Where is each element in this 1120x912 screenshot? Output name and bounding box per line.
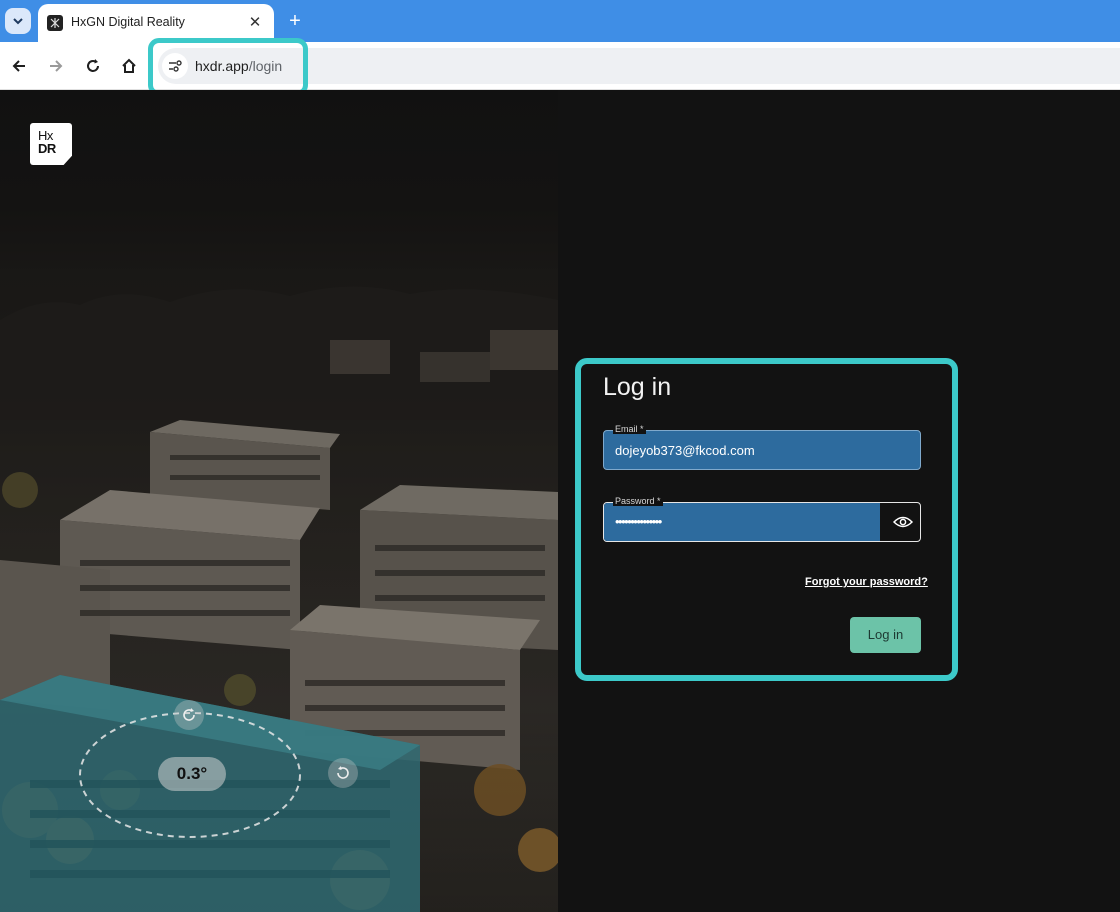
favicon-icon (47, 15, 63, 31)
tab-title: HxGN Digital Reality (71, 15, 185, 29)
password-label: Password * (613, 496, 663, 506)
address-bar[interactable]: hxdr.app/login (158, 48, 1120, 84)
plus-icon[interactable]: + (283, 8, 307, 34)
tab-strip: HxGN Digital Reality ✕ + (0, 0, 1120, 42)
hero-city-image: 0.3° Hx DR (0, 90, 558, 912)
rotation-readout: 0.3° (158, 757, 226, 791)
browser-tab[interactable]: HxGN Digital Reality ✕ (38, 4, 274, 42)
browser-toolbar: hxdr.app/login (0, 42, 1120, 90)
site-info-icon[interactable] (162, 53, 188, 79)
url-text: hxdr.app/login (195, 58, 283, 74)
logo-text-bottom: DR (38, 141, 56, 156)
password-value: ••••••••••••••• (615, 514, 662, 529)
close-icon[interactable]: ✕ (244, 11, 266, 33)
back-arrow-icon[interactable] (5, 52, 33, 80)
forward-arrow-icon[interactable] (42, 52, 70, 80)
forgot-password-link[interactable]: Forgot your password? (805, 576, 928, 588)
tab-search-icon[interactable] (5, 8, 31, 34)
password-field[interactable]: Password * ••••••••••••••• (603, 496, 921, 542)
email-value: dojeyob373@fkcod.com (615, 443, 755, 458)
rotate-icon[interactable] (174, 700, 204, 730)
login-button[interactable]: Log in (850, 617, 921, 653)
login-page: 0.3° Hx DR Log in Email * dojeyob373@fkc… (0, 90, 1120, 912)
rotate-icon[interactable] (328, 758, 358, 788)
email-field[interactable]: Email * dojeyob373@fkcod.com (603, 424, 921, 470)
login-title: Log in (603, 373, 672, 401)
reload-icon[interactable] (79, 52, 107, 80)
home-icon[interactable] (115, 52, 143, 80)
eye-icon[interactable] (892, 511, 914, 533)
hxdr-logo[interactable]: Hx DR (30, 123, 72, 165)
email-label: Email * (613, 424, 646, 434)
login-card: Log in Email * dojeyob373@fkcod.com Pass… (586, 368, 948, 672)
